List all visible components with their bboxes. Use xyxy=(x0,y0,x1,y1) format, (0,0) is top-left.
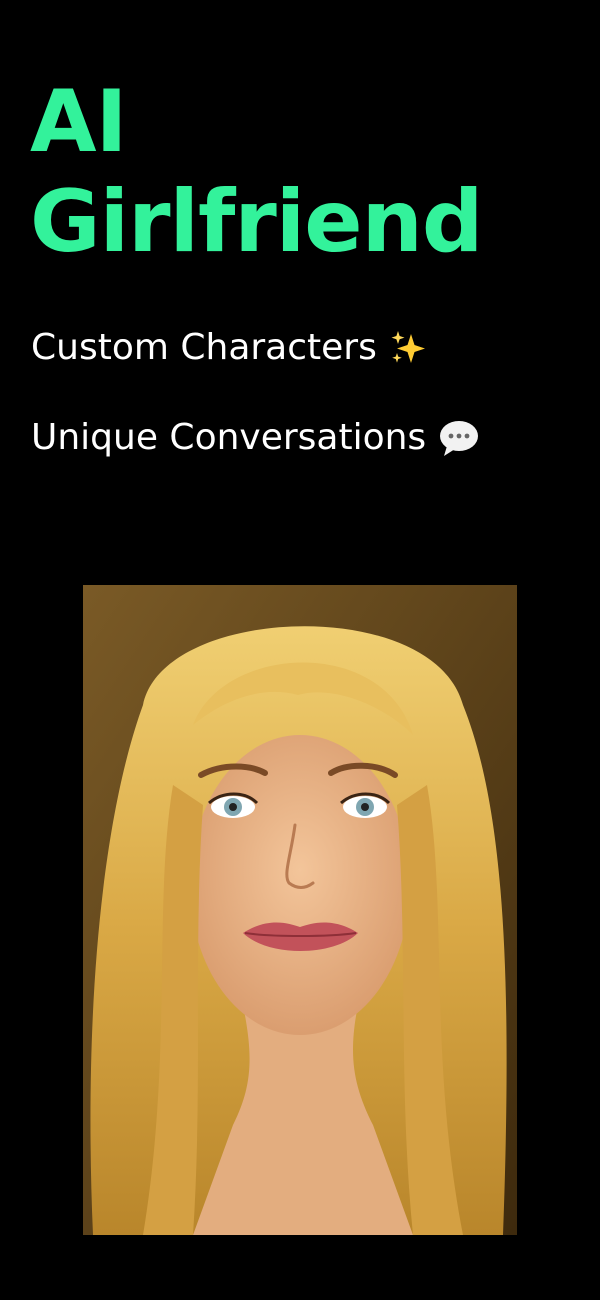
portrait-illustration xyxy=(83,585,517,1235)
feature-custom-characters: Custom Characters xyxy=(31,326,429,370)
feature-unique-conversations: Unique Conversations xyxy=(31,416,480,460)
headline: AI Girlfriend xyxy=(30,72,483,272)
sparkles-icon xyxy=(391,331,425,363)
headline-line-2: Girlfriend xyxy=(30,172,483,272)
headline-line-1: AI xyxy=(30,72,128,172)
feature-label: Custom Characters xyxy=(31,327,377,368)
speech-bubble-icon xyxy=(440,421,479,456)
portrait-photo xyxy=(83,585,517,1235)
feature-label: Unique Conversations xyxy=(31,417,427,458)
